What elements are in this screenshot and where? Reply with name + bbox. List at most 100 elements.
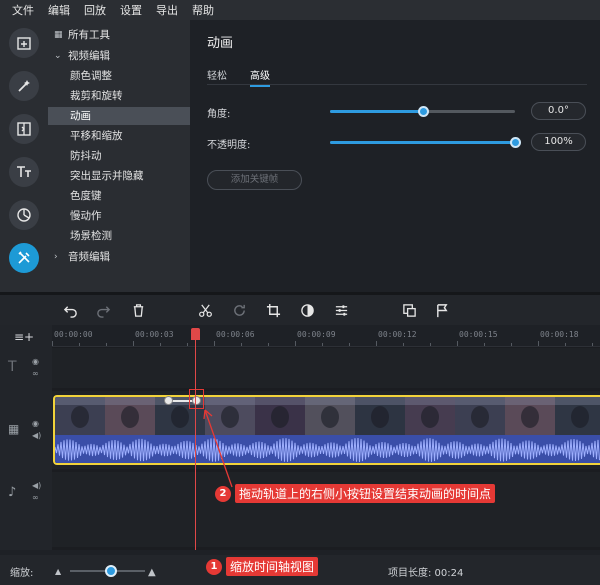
playhead-handle[interactable] [191, 328, 200, 340]
grid-icon: ▦ [54, 30, 63, 40]
video-track-mute-icon[interactable]: ◀) [32, 431, 41, 440]
angle-slider-knob[interactable] [417, 106, 429, 117]
title-track-visibility-icon[interactable]: ◉ [32, 357, 39, 366]
thumbnail-highlight [505, 397, 555, 405]
thumbnail-figure [321, 406, 339, 428]
panel-title: 动画 [207, 36, 234, 51]
ruler-tick [241, 343, 242, 346]
titles-icon [17, 166, 31, 177]
music-track-link-icon[interactable]: ∞ [32, 493, 39, 502]
menu-settings[interactable]: 设置 [120, 2, 142, 18]
title-track-lane[interactable] [52, 348, 600, 388]
undo-button[interactable] [62, 302, 78, 318]
time-ruler[interactable]: 00:00:00 00:00:03 00:00:06 00:00:09 00:00:12… [52, 325, 600, 347]
ruler-tick [592, 343, 593, 346]
thumbnail-figure [271, 406, 289, 428]
thumbnail-figure [571, 406, 589, 428]
tree-item-crop-rotate[interactable]: 裁剪和旋转 [48, 87, 190, 105]
angle-slider[interactable] [330, 106, 515, 117]
thumbnail-highlight [105, 397, 155, 405]
tab-divider [207, 84, 587, 85]
animation-panel: 动画 轻松 高级 角度: 0.0° 不透明度: 100% 添加关键帧 [190, 20, 600, 292]
thumbnail-figure [521, 406, 539, 428]
tree-video-editing[interactable]: ⌄ 视频编辑 [48, 47, 190, 65]
ruler-tick [268, 343, 269, 346]
tree-item-highlight-hide[interactable]: 突出显示并隐藏 [48, 167, 190, 185]
ruler-tick [457, 341, 458, 346]
delete-button[interactable] [130, 302, 146, 318]
crop-icon [266, 303, 280, 317]
angle-value[interactable]: 0.0° [531, 102, 586, 120]
tree-item-pan-zoom[interactable]: 平移和缩放 [48, 127, 190, 145]
menu-edit[interactable]: 编辑 [48, 2, 70, 18]
video-track-icon: ▦ [8, 422, 20, 436]
more-tools-button[interactable] [9, 243, 39, 273]
thumbnail-figure [121, 406, 139, 428]
thumbnail-figure [371, 406, 389, 428]
magic-wand-icon [18, 80, 30, 92]
tab-easy[interactable]: 轻松 [207, 67, 227, 82]
ruler-tick-label: 00:00:09 [297, 330, 336, 339]
crop-button[interactable] [265, 302, 281, 318]
opacity-value[interactable]: 100% [531, 133, 586, 151]
ruler-tick [295, 341, 296, 346]
menu-export[interactable]: 导出 [156, 2, 178, 18]
tree-item-scene-detection[interactable]: 场景检测 [48, 227, 190, 245]
tree-label: 所有工具 [68, 29, 110, 41]
opacity-slider[interactable] [330, 137, 521, 148]
add-keyframe-button[interactable]: 添加关键帧 [207, 170, 302, 190]
tree-item-stabilize[interactable]: 防抖动 [48, 147, 190, 165]
thumbnail-highlight [305, 397, 355, 405]
tree-audio-editing[interactable]: › 音频编辑 [48, 248, 190, 266]
thumbnail-highlight [255, 397, 305, 405]
stickers-icon [17, 208, 31, 222]
rotate-icon [233, 304, 245, 316]
transitions-button[interactable] [9, 114, 39, 144]
stickers-button[interactable] [9, 200, 39, 230]
properties-button[interactable] [333, 302, 349, 318]
import-button[interactable] [9, 28, 39, 58]
menu-playback[interactable]: 回放 [84, 2, 106, 18]
tree-item-color[interactable]: 颜色调整 [48, 67, 190, 85]
add-track-icon[interactable]: ≡+ [14, 330, 34, 344]
callout-2: 2 拖动轨道上的右侧小按钮设置结束动画的时间点 [215, 484, 496, 503]
ruler-tick-label: 00:00:15 [459, 330, 498, 339]
redo-button[interactable] [95, 302, 111, 318]
thumbnail-highlight [205, 397, 255, 405]
thumbnail-figure [221, 406, 239, 428]
color-adjust-button[interactable] [299, 302, 315, 318]
video-clip[interactable] [53, 395, 600, 465]
title-track-link-icon[interactable]: ∞ [32, 369, 39, 378]
marker-button[interactable] [434, 302, 450, 318]
tree-item-animation[interactable]: 动画 [48, 107, 190, 125]
tool-rail [0, 20, 48, 292]
ruler-tick [538, 341, 539, 346]
clip-properties-button[interactable] [401, 302, 417, 318]
timeline-toolbar [0, 295, 600, 325]
transitions-icon [17, 122, 31, 136]
video-track-visibility-icon[interactable]: ◉ [32, 419, 39, 428]
tree-item-chroma-key[interactable]: 色度键 [48, 187, 190, 205]
menu-help[interactable]: 帮助 [192, 2, 214, 18]
ruler-tick [214, 341, 215, 346]
opacity-slider-knob[interactable] [510, 137, 521, 148]
ruler-tick [403, 343, 404, 346]
ruler-tick [187, 343, 188, 346]
callout-2-badge: 2 [215, 485, 231, 502]
tree-all-tools[interactable]: ▦ 所有工具 [48, 26, 190, 44]
cut-button[interactable] [197, 302, 213, 318]
rotate-button[interactable] [231, 302, 247, 318]
ruler-tick [349, 343, 350, 346]
menu-file[interactable]: 文件 [12, 2, 34, 18]
tree-item-slow-motion[interactable]: 慢动作 [48, 207, 190, 225]
animation-start-keyframe[interactable] [164, 396, 173, 405]
filters-button[interactable] [9, 71, 39, 101]
thumbnail-highlight [355, 397, 405, 405]
titles-button[interactable] [9, 157, 39, 187]
zoom-in-icon[interactable]: ▲ [148, 567, 156, 578]
thumbnail-highlight [555, 397, 600, 405]
zoom-slider-knob[interactable] [105, 565, 118, 577]
music-track-mute-icon[interactable]: ◀) [32, 481, 41, 490]
zoom-out-icon[interactable]: ▲ [55, 567, 61, 576]
end-keyframe-highlight [189, 389, 204, 409]
